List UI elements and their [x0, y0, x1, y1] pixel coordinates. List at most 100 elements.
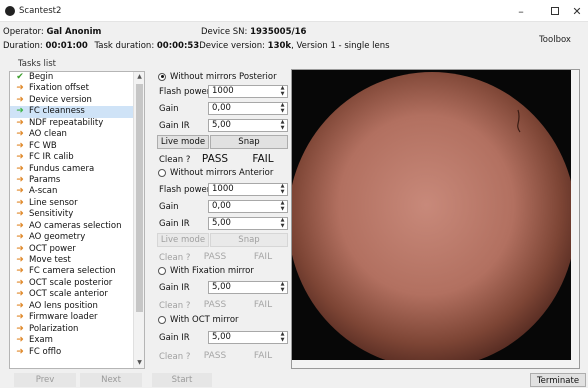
scroll-down-icon[interactable]: ▼: [134, 358, 144, 368]
radio-selected-icon: [158, 72, 166, 81]
task-item-label: Begin: [29, 72, 54, 82]
radio-label: Without mirrors Posterior: [170, 71, 277, 82]
next-button[interactable]: Next: [80, 373, 142, 387]
fail-button[interactable]: FAIL: [239, 298, 287, 312]
arrow-right-icon: ➜: [16, 83, 24, 94]
task-item[interactable]: ➜ FC cleanness: [10, 106, 144, 118]
gain-ir-input[interactable]: 5,00 ▲ ▼: [208, 217, 288, 230]
gain-input[interactable]: 0,00 ▲ ▼: [208, 200, 288, 213]
flash-power-input[interactable]: 1000 ▲ ▼: [208, 85, 288, 98]
arrow-right-icon: ➜: [16, 323, 24, 334]
task-item[interactable]: ➜ Move test: [10, 255, 144, 266]
tasks-list[interactable]: ✔ Begin ➜ Fixation offset ➜ Device version ➜ FC…: [9, 71, 145, 369]
flash-power-label: Flash power: [159, 185, 211, 195]
task-item[interactable]: ➜ Fundus camera: [10, 164, 144, 175]
task-item[interactable]: ➜ Exam: [10, 335, 144, 346]
fail-button[interactable]: FAIL: [239, 250, 287, 264]
flash-power-value: 1000: [212, 184, 234, 194]
prev-button[interactable]: Prev: [14, 373, 76, 387]
pass-button[interactable]: PASS: [193, 250, 237, 264]
fundus-image-view[interactable]: [291, 69, 580, 369]
spin-arrows-icon[interactable]: ▲ ▼: [279, 281, 286, 293]
radio-with-oct-mirror[interactable]: With OCT mirror: [158, 314, 239, 325]
task-item[interactable]: ➜ NDF repeatability: [10, 118, 144, 129]
task-item[interactable]: ➜ FC offlo: [10, 347, 144, 358]
task-item[interactable]: ➜ Fixation offset: [10, 83, 144, 94]
gain-input[interactable]: 0,00 ▲ ▼: [208, 102, 288, 115]
radio-without-mirrors-anterior[interactable]: Without mirrors Anterior: [158, 167, 273, 178]
live-mode-button[interactable]: Live mode: [157, 233, 209, 247]
live-mode-button[interactable]: Live mode: [157, 135, 209, 149]
task-item[interactable]: ➜ Sensitivity: [10, 209, 144, 220]
arrow-right-icon: ➜: [16, 163, 24, 174]
task-item[interactable]: ➜ A-scan: [10, 186, 144, 197]
gain-ir-input[interactable]: 5,00 ▲ ▼: [208, 281, 288, 294]
task-item-label: Fixation offset: [29, 83, 89, 94]
terminate-button[interactable]: Terminate: [530, 373, 586, 387]
title-bar: Scantest2 – ✕: [0, 0, 588, 22]
gain-ir-input[interactable]: 5,00 ▲ ▼: [208, 331, 288, 344]
task-item[interactable]: ➜ FC IR calib: [10, 152, 144, 163]
task-item[interactable]: ➜ Line sensor: [10, 198, 144, 209]
radio-unselected-icon: [158, 168, 166, 177]
spin-arrows-icon[interactable]: ▲ ▼: [279, 119, 286, 131]
clean-label: Clean ?: [159, 253, 191, 263]
flash-power-input[interactable]: 1000 ▲ ▼: [208, 183, 288, 196]
fail-button[interactable]: FAIL: [239, 349, 287, 363]
operator-value: Gal Anonim: [46, 27, 102, 37]
scrollbar-thumb[interactable]: [136, 84, 143, 312]
task-item-label: A-scan: [29, 186, 58, 197]
pass-button[interactable]: PASS: [193, 152, 237, 166]
spin-arrows-icon[interactable]: ▲ ▼: [279, 183, 286, 195]
flash-power-value: 1000: [212, 86, 234, 96]
task-item-label: Params: [29, 174, 61, 185]
task-item[interactable]: ➜ AO lens position: [10, 301, 144, 312]
image-vertical-scrollbar[interactable]: [571, 70, 580, 369]
task-item-label: Sensitivity: [29, 209, 74, 220]
pass-button[interactable]: PASS: [193, 298, 237, 312]
tasks-scrollbar[interactable]: ▲ ▼: [133, 72, 144, 368]
task-item[interactable]: ➜ Device version: [10, 95, 144, 106]
task-item[interactable]: ➜ AO geometry: [10, 232, 144, 243]
gain-ir-value: 5,00: [212, 218, 231, 228]
radio-label: With Fixation mirror: [170, 265, 254, 276]
task-item-label: FC WB: [29, 140, 57, 151]
close-button[interactable]: ✕: [560, 2, 588, 20]
task-item[interactable]: ➜ Params: [10, 175, 144, 186]
task-item-label: AO clean: [29, 129, 67, 140]
task-item[interactable]: ➜ AO cameras selection: [10, 221, 144, 232]
task-item[interactable]: ➜ FC camera selection: [10, 266, 144, 277]
minimize-button[interactable]: –: [504, 2, 538, 20]
radio-without-mirrors-posterior[interactable]: Without mirrors Posterior: [158, 71, 277, 82]
image-horizontal-scrollbar[interactable]: [292, 360, 571, 369]
task-item[interactable]: ➜ Firmware loader: [10, 312, 144, 323]
task-item[interactable]: ➜ AO clean: [10, 129, 144, 140]
arrow-right-icon: ➜: [16, 152, 24, 163]
spin-arrows-icon[interactable]: ▲ ▼: [279, 217, 286, 229]
gain-value: 0,00: [212, 201, 231, 211]
arrow-right-icon: ➜: [16, 255, 24, 265]
snap-button[interactable]: Snap: [210, 135, 288, 149]
arrow-right-icon: ➜: [16, 312, 24, 323]
toolbox-button[interactable]: Toolbox: [528, 33, 582, 47]
spin-arrows-icon[interactable]: ▲ ▼: [279, 102, 286, 114]
gain-label: Gain: [159, 202, 179, 212]
radio-with-fixation-mirror[interactable]: With Fixation mirror: [158, 265, 254, 276]
fail-button[interactable]: FAIL: [239, 152, 287, 166]
spin-arrows-icon[interactable]: ▲ ▼: [279, 331, 286, 343]
pass-button[interactable]: PASS: [193, 349, 237, 363]
start-button[interactable]: Start: [152, 373, 212, 387]
task-item[interactable]: ➜ OCT scale posterior: [10, 278, 144, 289]
gain-ir-input[interactable]: 5,00 ▲ ▼: [208, 119, 288, 132]
task-item-label: FC camera selection: [29, 266, 116, 277]
spin-arrows-icon[interactable]: ▲ ▼: [279, 200, 286, 212]
task-item[interactable]: ✔ Begin: [10, 72, 144, 83]
snap-button[interactable]: Snap: [210, 233, 288, 247]
task-item[interactable]: ➜ OCT power: [10, 244, 144, 255]
spin-arrows-icon[interactable]: ▲ ▼: [279, 85, 286, 97]
scroll-up-icon[interactable]: ▲: [134, 72, 144, 82]
task-item[interactable]: ➜ Polarization: [10, 324, 144, 335]
task-item[interactable]: ➜ FC WB: [10, 141, 144, 152]
device-version-label: Device version:: [199, 41, 265, 51]
task-item[interactable]: ➜ OCT scale anterior: [10, 289, 144, 300]
